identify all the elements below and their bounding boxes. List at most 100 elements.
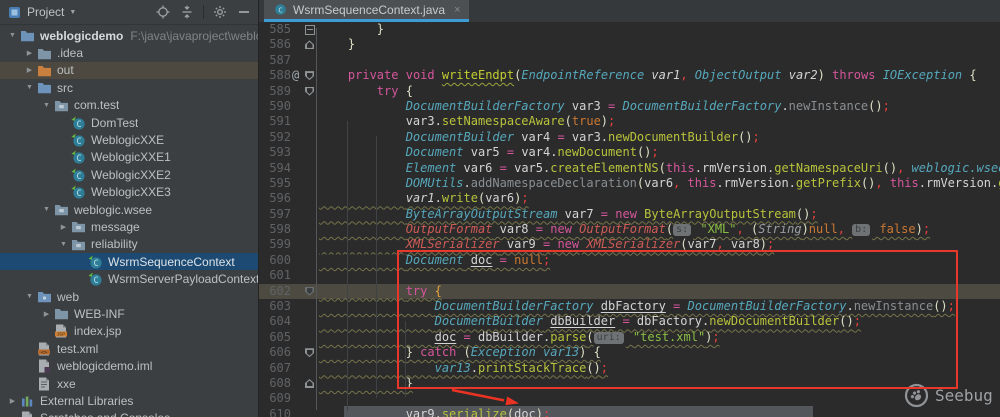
line-number[interactable]: 585 bbox=[269, 22, 291, 37]
line-number[interactable]: 593 bbox=[269, 145, 291, 160]
gutter[interactable]: 607 bbox=[259, 361, 319, 376]
line-number[interactable]: 600 bbox=[269, 253, 291, 268]
tree-item-weblogic-wsee[interactable]: ▼weblogic.wsee bbox=[0, 201, 258, 218]
line-number[interactable]: 589 bbox=[269, 84, 291, 99]
tree-item-out[interactable]: ▶out bbox=[0, 62, 258, 79]
line-number[interactable]: 601 bbox=[269, 268, 291, 283]
code-line-586[interactable]: 586 } bbox=[259, 37, 1000, 52]
tree-item-weblogicxxe2[interactable]: CWeblogicXXE2 bbox=[0, 166, 258, 183]
gutter[interactable]: 592 bbox=[259, 130, 319, 145]
line-number[interactable]: 602 bbox=[269, 284, 291, 299]
chevron-expanded-icon[interactable]: ▼ bbox=[40, 206, 53, 213]
tree-item-index-jsp[interactable]: JSPindex.jsp bbox=[0, 323, 258, 340]
line-number[interactable]: 603 bbox=[269, 299, 291, 314]
tree-item-scratches-and-consoles[interactable]: Scratches and Consoles bbox=[0, 410, 258, 417]
line-number[interactable]: 599 bbox=[269, 237, 291, 252]
code-line-593[interactable]: 593 Document var5 = var4.newDocument(); bbox=[259, 145, 1000, 160]
tree-item-test-xml[interactable]: <>test.xml bbox=[0, 340, 258, 357]
settings-gear-icon[interactable] bbox=[212, 4, 228, 20]
line-number[interactable]: 609 bbox=[269, 391, 291, 406]
code-line-595[interactable]: 595 DOMUtils.addNamespaceDeclaration(var… bbox=[259, 176, 1000, 191]
tree-item-message[interactable]: ▶message bbox=[0, 218, 258, 235]
gutter[interactable]: 597 bbox=[259, 207, 319, 222]
fold-marker-icon[interactable] bbox=[305, 71, 314, 80]
gutter[interactable]: 590 bbox=[259, 99, 319, 114]
code-line-589[interactable]: 589 try { bbox=[259, 84, 1000, 99]
tree-item-domtest[interactable]: CDomTest bbox=[0, 114, 258, 131]
gutter[interactable]: 591 bbox=[259, 114, 319, 129]
tree-item-weblogicxxe3[interactable]: CWeblogicXXE3 bbox=[0, 184, 258, 201]
tree-item--idea[interactable]: ▶.idea bbox=[0, 44, 258, 61]
gutter[interactable]: 608 bbox=[259, 376, 319, 391]
code-line-594[interactable]: 594 Element var6 = var5.createElementNS(… bbox=[259, 161, 1000, 176]
line-number[interactable]: 604 bbox=[269, 314, 291, 329]
tree-item-reliability[interactable]: ▼reliability bbox=[0, 236, 258, 253]
tree-item-weblogicxxe[interactable]: CWeblogicXXE bbox=[0, 131, 258, 148]
tree-item-external-libraries[interactable]: ▶External Libraries bbox=[0, 392, 258, 409]
hide-panel-icon[interactable] bbox=[236, 4, 252, 20]
line-number[interactable]: 610 bbox=[269, 407, 291, 417]
gutter[interactable]: 602 bbox=[259, 284, 319, 299]
line-number[interactable]: 590 bbox=[269, 99, 291, 114]
line-number[interactable]: 605 bbox=[269, 330, 291, 345]
chevron-expanded-icon[interactable]: ▼ bbox=[23, 293, 36, 300]
gutter[interactable]: 586 bbox=[259, 37, 319, 52]
line-number[interactable]: 595 bbox=[269, 176, 291, 191]
line-number[interactable]: 598 bbox=[269, 222, 291, 237]
chevron-expanded-icon[interactable]: ▼ bbox=[23, 84, 36, 91]
chevron-expanded-icon[interactable]: ▼ bbox=[57, 241, 70, 248]
chevron-collapsed-icon[interactable]: ▶ bbox=[6, 397, 19, 405]
tree-item-web[interactable]: ▼web bbox=[0, 288, 258, 305]
line-number[interactable]: 596 bbox=[269, 191, 291, 206]
fold-marker-icon[interactable] bbox=[305, 287, 314, 296]
gutter[interactable]: 588@ bbox=[259, 68, 319, 83]
gutter[interactable]: 599 bbox=[259, 237, 319, 252]
fold-marker-icon[interactable] bbox=[305, 40, 314, 49]
gutter[interactable]: 587 bbox=[259, 53, 319, 68]
code-line-588[interactable]: 588@ private void writeEndpt(EndpointRef… bbox=[259, 68, 1000, 83]
code-line-592[interactable]: 592 DocumentBuilder var4 = var3.newDocum… bbox=[259, 130, 1000, 145]
gutter[interactable]: 593 bbox=[259, 145, 319, 160]
code-line-590[interactable]: 590 DocumentBuilderFactory var3 = Docume… bbox=[259, 99, 1000, 114]
code-line-610[interactable]: 610 var9.serialize(doc); bbox=[259, 407, 1000, 417]
gutter[interactable]: 595 bbox=[259, 176, 319, 191]
fold-marker-icon[interactable] bbox=[305, 87, 314, 96]
line-number[interactable]: 606 bbox=[269, 345, 291, 360]
gutter[interactable]: 606 bbox=[259, 345, 319, 360]
close-icon[interactable]: × bbox=[454, 4, 460, 16]
locate-file-icon[interactable] bbox=[155, 4, 171, 20]
gutter[interactable]: 601 bbox=[259, 268, 319, 283]
chevron-collapsed-icon[interactable]: ▶ bbox=[23, 66, 36, 74]
code-line-585[interactable]: 585 } bbox=[259, 22, 1000, 37]
tree-item-wsrmsequencecontext[interactable]: CWsrmSequenceContext bbox=[0, 253, 258, 270]
chevron-expanded-icon[interactable]: ▼ bbox=[6, 32, 19, 39]
tree-item-web-inf[interactable]: ▶WEB-INF bbox=[0, 305, 258, 322]
line-number[interactable]: 587 bbox=[269, 53, 291, 68]
code-line-597[interactable]: 597 ByteArrayOutputStream var7 = new Byt… bbox=[259, 207, 1000, 222]
gutter[interactable]: 609 bbox=[259, 391, 319, 406]
line-number[interactable]: 608 bbox=[269, 376, 291, 391]
code-line-596[interactable]: 596 var1.write(var6); bbox=[259, 191, 1000, 206]
line-number[interactable]: 607 bbox=[269, 361, 291, 376]
fold-marker-icon[interactable] bbox=[305, 25, 315, 35]
tab-wsrmsequencecontext[interactable]: C WsrmSequenceContext.java × bbox=[264, 0, 469, 22]
chevron-collapsed-icon[interactable]: ▶ bbox=[23, 49, 36, 57]
project-view-selector[interactable]: Project ▼ bbox=[6, 4, 76, 20]
code-line-598[interactable]: 598 OutputFormat var8 = new OutputFormat… bbox=[259, 222, 1000, 237]
gutter[interactable]: 605 bbox=[259, 330, 319, 345]
chevron-collapsed-icon[interactable]: ▶ bbox=[57, 223, 70, 231]
fold-marker-icon[interactable] bbox=[305, 379, 314, 388]
gutter[interactable]: 600 bbox=[259, 253, 319, 268]
line-number[interactable]: 588 bbox=[269, 68, 291, 83]
tree-item-weblogicdemo-iml[interactable]: weblogicdemo.iml bbox=[0, 357, 258, 374]
line-number[interactable]: 591 bbox=[269, 114, 291, 129]
line-number[interactable]: 597 bbox=[269, 207, 291, 222]
gutter[interactable]: 594 bbox=[259, 161, 319, 176]
code-line-587[interactable]: 587 bbox=[259, 53, 1000, 68]
tree-item-wsrmserverpayloadcontext[interactable]: CWsrmServerPayloadContext bbox=[0, 270, 258, 287]
chevron-collapsed-icon[interactable]: ▶ bbox=[40, 310, 53, 318]
chevron-expanded-icon[interactable]: ▼ bbox=[40, 102, 53, 109]
gutter[interactable]: 585 bbox=[259, 22, 319, 37]
collapse-all-icon[interactable] bbox=[179, 4, 195, 20]
gutter[interactable]: 589 bbox=[259, 84, 319, 99]
